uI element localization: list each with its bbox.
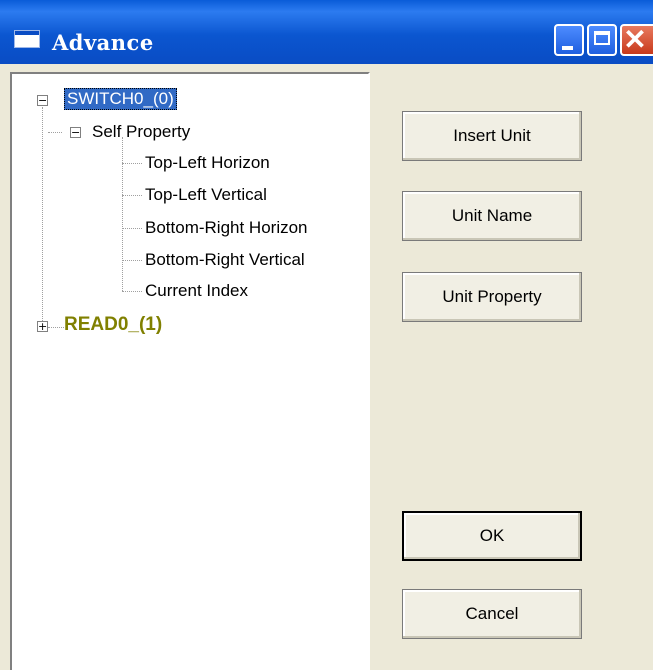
unit-property-button[interactable]: Unit Property — [402, 272, 582, 322]
tree-connector — [122, 195, 142, 196]
close-icon: ✕ — [623, 24, 647, 55]
ok-button[interactable]: OK — [402, 511, 582, 561]
advance-dialog: Advance ✕ − SWITCH0_(0) − Self Property … — [0, 0, 653, 670]
unit-name-button[interactable]: Unit Name — [402, 191, 582, 241]
tree-connector — [122, 291, 142, 292]
collapse-icon[interactable]: − — [37, 95, 48, 106]
close-button[interactable]: ✕ — [620, 24, 653, 56]
minimize-button[interactable] — [554, 24, 584, 56]
tree-connector — [122, 137, 123, 291]
insert-unit-button[interactable]: Insert Unit — [402, 111, 582, 161]
minimize-icon — [562, 46, 573, 50]
tree-leaf[interactable]: Current Index — [145, 280, 248, 302]
tree-leaf[interactable]: Bottom-Right Vertical — [145, 249, 305, 271]
tree-connector — [42, 107, 43, 327]
tree-node-read0[interactable]: READ0_(1) — [64, 314, 162, 336]
window-icon — [14, 30, 40, 48]
tree-connector — [122, 163, 142, 164]
tree-node-switch0[interactable]: SWITCH0_(0) — [64, 88, 177, 110]
tree-leaf[interactable]: Bottom-Right Horizon — [145, 217, 308, 239]
tree-connector — [122, 228, 142, 229]
tree-connector — [122, 260, 142, 261]
maximize-icon — [594, 31, 610, 45]
title-bar[interactable]: Advance ✕ — [0, 0, 653, 64]
tree-leaf[interactable]: Top-Left Vertical — [145, 184, 267, 206]
expand-icon[interactable]: + — [37, 321, 48, 332]
cancel-button[interactable]: Cancel — [402, 589, 582, 639]
tree-connector — [48, 132, 62, 133]
tree-connector — [48, 327, 64, 328]
unit-tree-view[interactable]: − SWITCH0_(0) − Self Property Top-Left H… — [10, 72, 370, 670]
window-title: Advance — [52, 30, 154, 55]
tree-leaf[interactable]: Top-Left Horizon — [145, 152, 270, 174]
maximize-button[interactable] — [587, 24, 617, 56]
collapse-icon[interactable]: − — [70, 127, 81, 138]
tree-node-self-property[interactable]: Self Property — [92, 121, 190, 143]
